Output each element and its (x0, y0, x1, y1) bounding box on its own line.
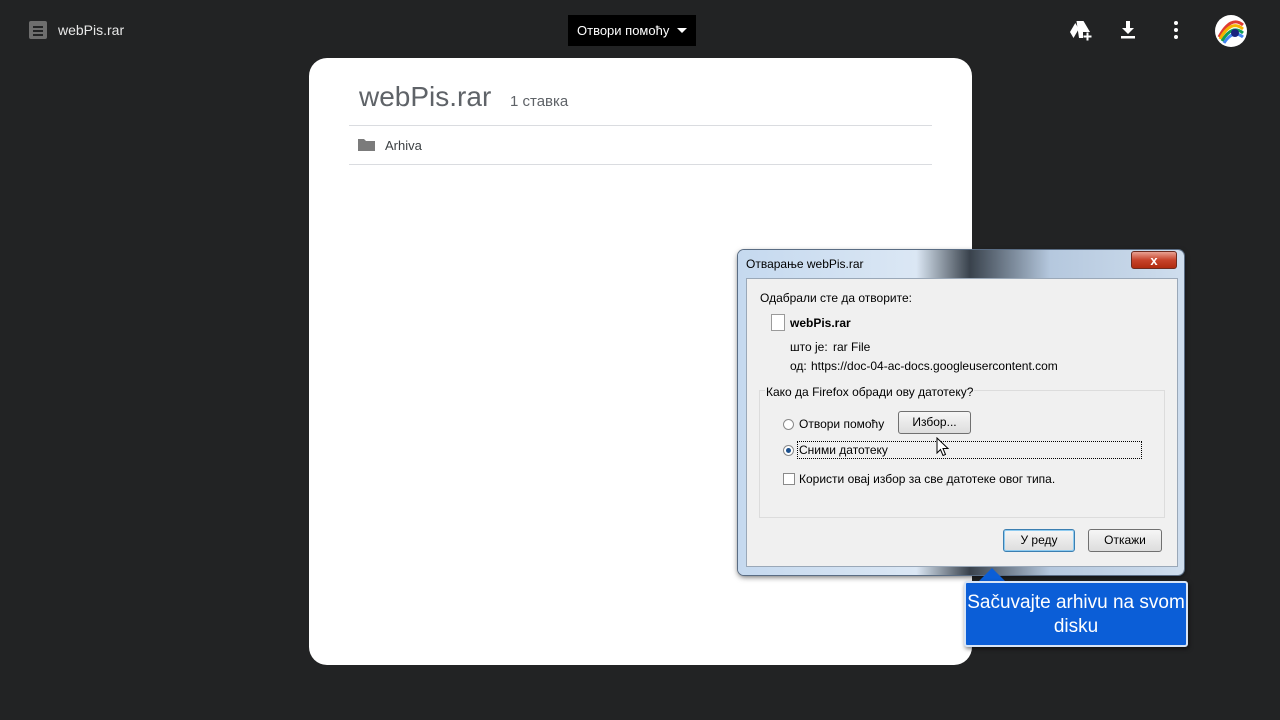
archive-name: webPis.rar (359, 81, 492, 112)
document-icon (771, 314, 785, 331)
remember-label[interactable]: Користи овај избор за све датотеке овог … (799, 472, 1055, 486)
top-bar: webPis.rar Отвори помоћу (0, 0, 1280, 60)
tutorial-callout: Sačuvajte arhivu na svom disku (964, 581, 1188, 647)
file-title: webPis.rar (58, 22, 125, 38)
close-icon: x (1150, 253, 1158, 268)
ok-label: У реду (1020, 533, 1058, 547)
dialog-intro: Одабрали сте да отворите: (760, 291, 912, 305)
save-file-radio[interactable] (783, 445, 794, 456)
list-item-arhiva[interactable]: Arhiva (385, 138, 422, 153)
archive-file-icon (29, 21, 47, 39)
download-icon[interactable] (1116, 18, 1140, 42)
cancel-button[interactable]: Откажи (1088, 529, 1162, 552)
open-file-dialog: Отварање webPis.rar x Одабрали сте да от… (738, 250, 1184, 575)
close-button[interactable]: x (1131, 251, 1177, 269)
mouse-cursor-icon (936, 437, 950, 457)
open-with-label: Отвори помоћу (577, 23, 670, 38)
remember-checkbox[interactable] (783, 473, 795, 485)
dialog-title: Отварање webPis.rar (746, 257, 864, 271)
from-value: https://doc-04-ac-docs.googleusercontent… (811, 359, 1058, 373)
add-to-drive-icon[interactable] (1068, 18, 1092, 42)
save-file-option-label[interactable]: Сними датотеку (799, 443, 888, 457)
more-vert-icon[interactable] (1164, 18, 1188, 42)
ok-button[interactable]: У реду (1003, 529, 1075, 552)
avatar[interactable] (1215, 15, 1247, 47)
choose-app-button[interactable]: Избор... (898, 411, 971, 434)
open-with-option-label[interactable]: Отвори помоћу (799, 417, 884, 431)
open-with-button[interactable]: Отвори помоћу (568, 15, 696, 46)
divider (349, 164, 932, 165)
dropdown-caret-icon (677, 28, 687, 33)
item-count: 1 ставка (510, 93, 569, 110)
type-label: што је: (790, 340, 828, 354)
open-with-radio[interactable] (783, 419, 794, 430)
type-value: rar File (833, 340, 871, 354)
choose-app-label: Избор... (912, 415, 957, 429)
folder-icon (358, 139, 375, 151)
from-label: од: (790, 359, 807, 373)
dialog-body: Одабрали сте да отворите: webPis.rar што… (746, 278, 1178, 567)
cancel-label: Откажи (1104, 533, 1146, 547)
action-question: Како да Firefox обради ову датотеку? (765, 385, 975, 399)
divider (349, 125, 932, 126)
callout-pointer (978, 568, 1006, 582)
dialog-file-name: webPis.rar (790, 316, 851, 330)
